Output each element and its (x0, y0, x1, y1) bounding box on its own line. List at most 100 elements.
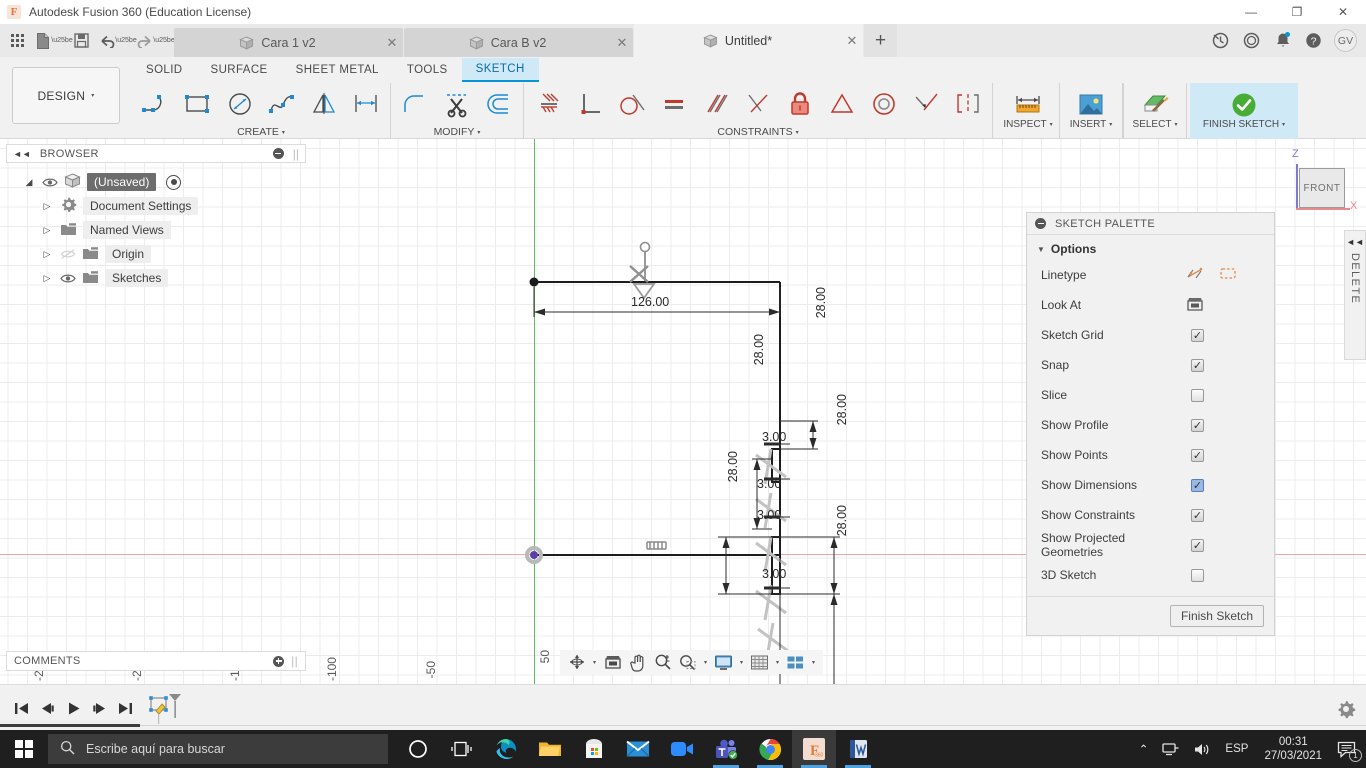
document-tab-close-2[interactable]: ✕ (841, 33, 863, 49)
tab-sketch[interactable]: SKETCH (462, 58, 539, 82)
panel-resize-handle[interactable]: || (291, 654, 298, 668)
dimension-label-7[interactable]: 28.00 (752, 334, 766, 365)
step-back-icon[interactable] (34, 694, 60, 724)
expand-twisty-icon[interactable]: ◢ (22, 177, 36, 188)
dimension-label-9[interactable]: 28.00 (726, 451, 740, 482)
skip-to-end-icon[interactable] (112, 694, 138, 724)
line-icon[interactable] (135, 83, 177, 125)
minimize-panel-icon[interactable] (1035, 218, 1046, 229)
browser-node-named-views[interactable]: ▷ Named Views (6, 218, 306, 242)
options-section-header[interactable]: ▼ Options (1027, 242, 1274, 260)
collapse-left-icon[interactable]: ◄◄ (1346, 237, 1364, 247)
taskbar-search-input[interactable]: Escribe aquí para buscar (48, 734, 388, 764)
dimension-label-5[interactable]: 3.00 (762, 567, 786, 581)
expand-twisty-icon[interactable]: ▷ (40, 249, 54, 260)
dimension-label-10[interactable]: 28.00 (835, 505, 849, 536)
show-projected-geometries-checkbox[interactable]: ✓ (1191, 539, 1204, 552)
step-forward-icon[interactable] (86, 694, 112, 724)
workspace-switcher-button[interactable]: DESIGN ▾ (12, 67, 120, 124)
browser-node-document-settings[interactable]: ▷ Document Settings (6, 194, 306, 218)
collapse-left-icon[interactable]: ◄◄ (13, 149, 31, 159)
tab-solid[interactable]: SOLID (132, 58, 197, 82)
palette-row-show-profile[interactable]: Show Profile ✓ (1027, 410, 1274, 440)
taskbar-clock[interactable]: 00:31 27/03/2021 (1255, 735, 1331, 763)
dimension-label-8[interactable]: 28.00 (835, 394, 849, 425)
tangent-icon[interactable] (611, 83, 653, 125)
palette-row-show-constraints[interactable]: Show Constraints ✓ (1027, 500, 1274, 530)
eye-visible-icon[interactable] (42, 177, 58, 188)
perpendicular-icon[interactable] (569, 83, 611, 125)
panel-title-modify[interactable]: MODIFY ▾ (394, 125, 520, 139)
dimension-icon[interactable] (345, 83, 387, 125)
spline-icon[interactable] (261, 83, 303, 125)
tab-sheet-metal[interactable]: SHEET METAL (282, 58, 393, 82)
skip-to-start-icon[interactable] (8, 694, 34, 724)
eye-visible-icon[interactable] (60, 273, 76, 284)
circle-diameter-icon[interactable] (219, 83, 261, 125)
fit-icon[interactable] (675, 650, 700, 674)
view-cube[interactable]: Z FRONT X (1290, 148, 1360, 218)
browser-node-sketches[interactable]: ▷ Sketches (6, 266, 306, 290)
panel-title-constraints[interactable]: CONSTRAINTS ▾ (527, 125, 989, 139)
expand-twisty-icon[interactable]: ▷ (40, 273, 54, 284)
dimension-label-3[interactable]: 3.00 (757, 477, 781, 491)
concentric-icon[interactable] (863, 83, 905, 125)
dimension-label-6[interactable]: 28.00 (814, 287, 828, 318)
palette-row-snap[interactable]: Snap ✓ (1027, 350, 1274, 380)
collinear-icon[interactable] (905, 83, 947, 125)
document-tab-close-0[interactable]: ✕ (381, 35, 403, 51)
file-explorer-icon[interactable] (528, 730, 572, 768)
delete-side-panel[interactable]: ◄◄ DELETE (1344, 230, 1366, 360)
show-dimensions-checkbox[interactable]: ✓ (1191, 479, 1204, 492)
grid-snaps-caret-icon[interactable]: ▾ (772, 650, 783, 674)
orbit-caret-icon[interactable]: ▾ (589, 650, 600, 674)
palette-row-show-dimensions[interactable]: Show Dimensions ✓ (1027, 470, 1274, 500)
look-at-icon[interactable] (600, 650, 625, 674)
new-tab-button[interactable]: + (864, 24, 897, 57)
viewports-caret-icon[interactable]: ▾ (808, 650, 819, 674)
grid-snaps-icon[interactable] (747, 650, 772, 674)
palette-row-sketch-grid[interactable]: Sketch Grid ✓ (1027, 320, 1274, 350)
inspect-button[interactable]: INSPECT▾ (1000, 83, 1056, 139)
maximize-button[interactable]: ❐ (1274, 0, 1320, 24)
3d-sketch-checkbox[interactable] (1191, 569, 1204, 582)
microsoft-store-icon[interactable] (572, 730, 616, 768)
show-points-checkbox[interactable]: ✓ (1191, 449, 1204, 462)
cortana-icon[interactable] (396, 730, 440, 768)
symmetry-icon[interactable] (947, 83, 989, 125)
recent-icon[interactable] (1236, 24, 1267, 57)
orbit-icon[interactable] (564, 650, 589, 674)
coincident-icon[interactable] (737, 83, 779, 125)
display-settings-caret-icon[interactable]: ▾ (736, 650, 747, 674)
save-icon[interactable] (68, 28, 94, 54)
insert-button[interactable]: INSERT▾ (1063, 83, 1119, 139)
snap-checkbox[interactable]: ✓ (1191, 359, 1204, 372)
rectangle-icon[interactable] (177, 83, 219, 125)
eye-hidden-icon[interactable] (60, 248, 76, 260)
pan-icon[interactable] (625, 650, 650, 674)
fusion360-icon[interactable]: F360 (792, 730, 836, 768)
undo-caret-icon[interactable]: \u25be (120, 28, 132, 54)
fix-lock-icon[interactable] (779, 83, 821, 125)
select-button[interactable]: SELECT▾ (1127, 83, 1183, 139)
task-view-icon[interactable] (440, 730, 484, 768)
palette-row-3d-sketch[interactable]: 3D Sketch (1027, 560, 1274, 590)
close-button[interactable]: ✕ (1320, 0, 1366, 24)
job-status-icon[interactable] (1205, 24, 1236, 57)
document-tab-1[interactable]: Cara B v2 ✕ (404, 28, 633, 57)
timeline-sketch-feature[interactable] (148, 692, 184, 726)
midpoint-icon[interactable] (821, 83, 863, 125)
redo-caret-icon[interactable]: \u25be (158, 28, 170, 54)
document-tab-0[interactable]: Cara 1 v2 ✕ (174, 28, 403, 57)
expand-twisty-icon[interactable]: ▷ (40, 201, 54, 212)
language-indicator[interactable]: ESP (1218, 730, 1255, 768)
dimension-label-4[interactable]: 3.00 (757, 508, 781, 522)
tab-surface[interactable]: SURFACE (197, 58, 282, 82)
palette-row-slice[interactable]: Slice (1027, 380, 1274, 410)
equal-icon[interactable] (653, 83, 695, 125)
app-grid-icon[interactable] (4, 28, 30, 54)
edge-icon[interactable] (484, 730, 528, 768)
browser-node-unsaved[interactable]: ◢ (Unsaved) (6, 170, 306, 194)
network-icon[interactable] (1155, 730, 1186, 768)
trim-scissors-icon[interactable] (436, 83, 478, 125)
